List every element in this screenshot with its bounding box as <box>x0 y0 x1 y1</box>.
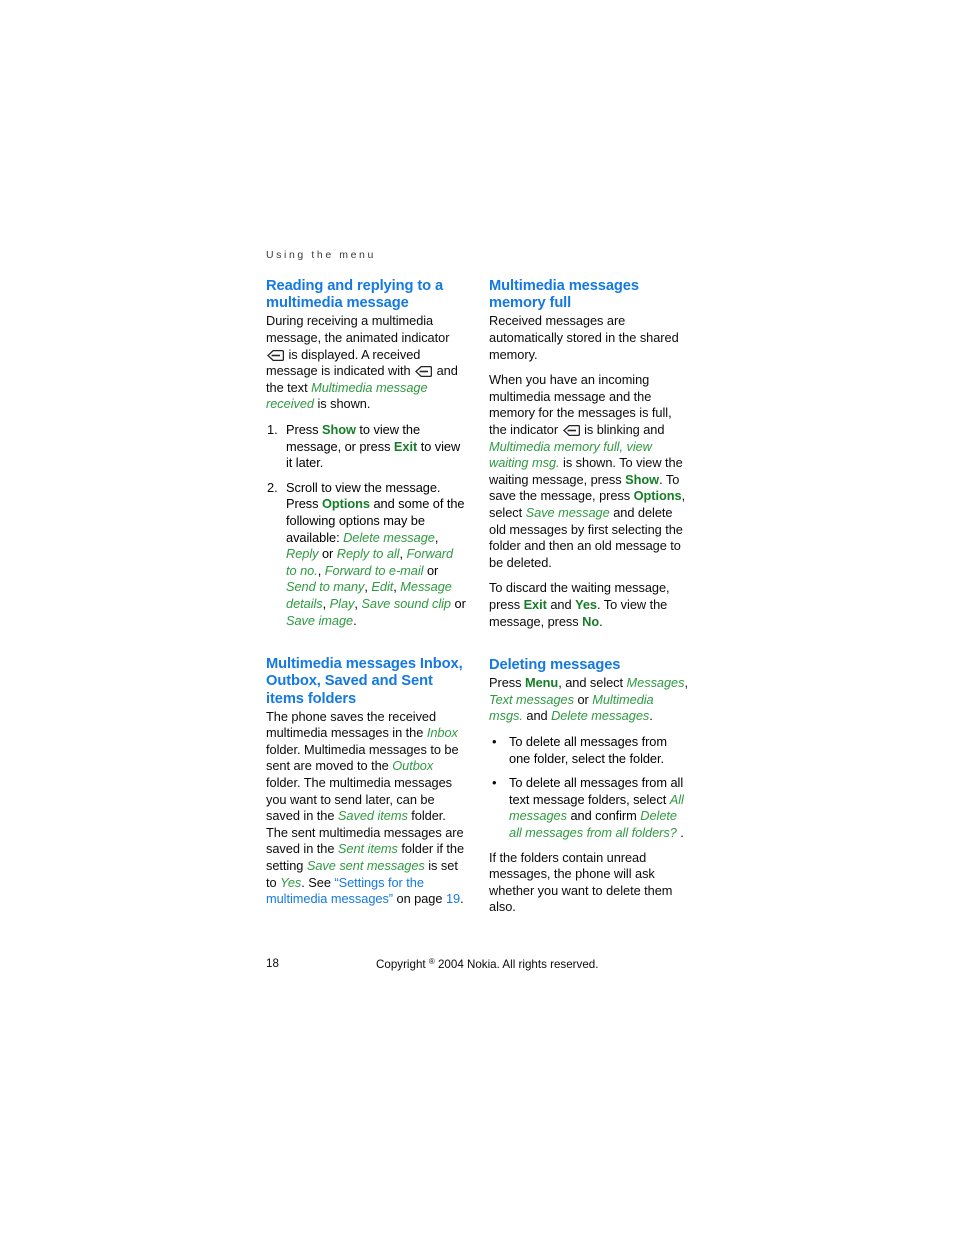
text-fragment: is shown. <box>313 396 371 412</box>
text-fragment: and confirm <box>566 808 641 824</box>
text-fragment: , <box>434 529 439 545</box>
text-fragment: . <box>460 891 464 907</box>
left-column: Reading and replying to a multimedia mes… <box>266 278 466 917</box>
softkey-show: Show <box>321 421 356 437</box>
menu-item-delete-message: Delete message <box>343 529 435 545</box>
paragraph-received-messages: Received messages are automatically stor… <box>489 313 679 362</box>
manual-page: Using the menu Reading and replying to a… <box>0 0 954 1235</box>
text-fragment: Press <box>489 675 525 691</box>
menu-item-forward-to-email: Forward to e-mail <box>324 562 424 578</box>
text-fragment: The phone saves the received multimedia … <box>266 708 437 741</box>
cross-reference-page-number[interactable]: 19 <box>446 891 460 906</box>
paragraph-incoming-memory-full: When you have an incoming multimedia mes… <box>489 372 690 571</box>
text-fragment: . See <box>301 874 335 890</box>
softkey-no: No <box>582 613 600 629</box>
text-fragment: and <box>522 708 552 724</box>
text-fragment: and <box>546 596 576 612</box>
heading-memory-full: Multimedia messages memory full <box>489 278 639 312</box>
text-fragment: on page <box>393 891 446 907</box>
list-item: To delete all messages from one folder, … <box>489 734 690 767</box>
text-fragment: , <box>322 595 330 611</box>
text-fragment: is displayed. A received message is indi… <box>266 346 421 379</box>
text-fragment: Press <box>286 421 322 437</box>
menu-item-save-sound-clip: Save sound clip <box>361 595 451 611</box>
softkey-yes: Yes <box>575 596 597 612</box>
text-fragment: . <box>676 825 684 841</box>
paragraph-folders: The phone saves the received multimedia … <box>266 709 466 908</box>
paragraph-unread-warning: If the folders contain unread messages, … <box>489 849 673 915</box>
text-fragment: is blinking and <box>580 421 665 437</box>
menu-item-save-image: Save image <box>286 612 354 628</box>
text-fragment: , and select <box>558 675 627 691</box>
paragraph-press-menu: Press Menu, and select Messages, Text me… <box>489 675 690 725</box>
menu-item-delete-messages: Delete messages <box>551 708 650 724</box>
softkey-exit: Exit <box>393 438 418 454</box>
folder-saved-items: Saved items <box>337 808 408 824</box>
menu-item-play: Play <box>329 595 355 611</box>
text-fragment: or <box>451 595 466 611</box>
softkey-show: Show <box>625 471 660 487</box>
folder-inbox: Inbox <box>426 725 458 741</box>
setting-value-yes: Yes <box>280 874 302 890</box>
list-item: To delete all messages from all text mes… <box>489 775 690 841</box>
text-fragment: , <box>399 546 407 562</box>
running-header: Using the menu <box>266 249 376 261</box>
menu-item-save-message: Save message <box>525 504 610 520</box>
heading-deleting-messages: Deleting messages <box>489 657 621 674</box>
list-item: Press Show to view the message, or press… <box>266 422 466 472</box>
softkey-exit: Exit <box>523 596 547 612</box>
menu-item-send-to-many: Send to many <box>286 579 365 595</box>
paragraph-discard-waiting: To discard the waiting message, press Ex… <box>489 580 690 630</box>
text-fragment: . <box>353 612 357 628</box>
setting-save-sent-messages: Save sent messages <box>306 858 425 874</box>
menu-item-messages: Messages <box>626 675 685 691</box>
folder-outbox: Outbox <box>392 758 434 774</box>
menu-item-reply: Reply <box>286 546 319 562</box>
copyright-notice: Copyright ® 2004 Nokia. All rights reser… <box>376 957 598 971</box>
text-fragment: or <box>423 562 439 578</box>
bullet-list-delete-options: To delete all messages from one folder, … <box>489 734 690 842</box>
softkey-options: Options <box>633 488 682 504</box>
folder-sent-items: Sent items <box>337 841 398 857</box>
text-fragment: . <box>599 613 603 629</box>
message-envelope-icon <box>562 424 580 436</box>
message-envelope-icon <box>267 349 284 361</box>
softkey-options: Options <box>321 496 370 512</box>
message-envelope-icon <box>415 366 433 378</box>
numbered-steps-list: Press Show to view the message, or press… <box>266 422 466 629</box>
menu-item-edit: Edit <box>371 579 394 595</box>
heading-reading-and-replying: Reading and replying to a multimedia mes… <box>266 278 444 312</box>
text-fragment: or <box>318 546 337 562</box>
menu-item-text-messages: Text messages <box>489 691 574 707</box>
menu-item-reply-to-all: Reply to all <box>336 546 400 562</box>
text-fragment: 2004 Nokia. All rights reserved. <box>434 958 599 971</box>
page-number: 18 <box>266 957 279 970</box>
softkey-menu: Menu <box>524 675 559 691</box>
text-fragment: , <box>684 675 688 691</box>
right-column: Multimedia messages memory full Received… <box>489 278 690 916</box>
text-fragment: . <box>649 708 653 724</box>
text-fragment: , <box>317 562 325 578</box>
two-column-body: Reading and replying to a multimedia mes… <box>266 278 690 917</box>
list-item: Scroll to view the message. Press Option… <box>266 480 466 629</box>
text-fragment: or <box>573 691 593 707</box>
text-fragment: To delete all messages from all text mes… <box>509 775 684 807</box>
heading-multimedia-folders: Multimedia messages Inbox, Outbox, Saved… <box>266 656 463 707</box>
paragraph-during-receiving: During receiving a multimedia message, t… <box>266 313 466 413</box>
text-fragment: During receiving a multimedia message, t… <box>266 313 450 345</box>
text-fragment: Copyright <box>376 958 429 971</box>
